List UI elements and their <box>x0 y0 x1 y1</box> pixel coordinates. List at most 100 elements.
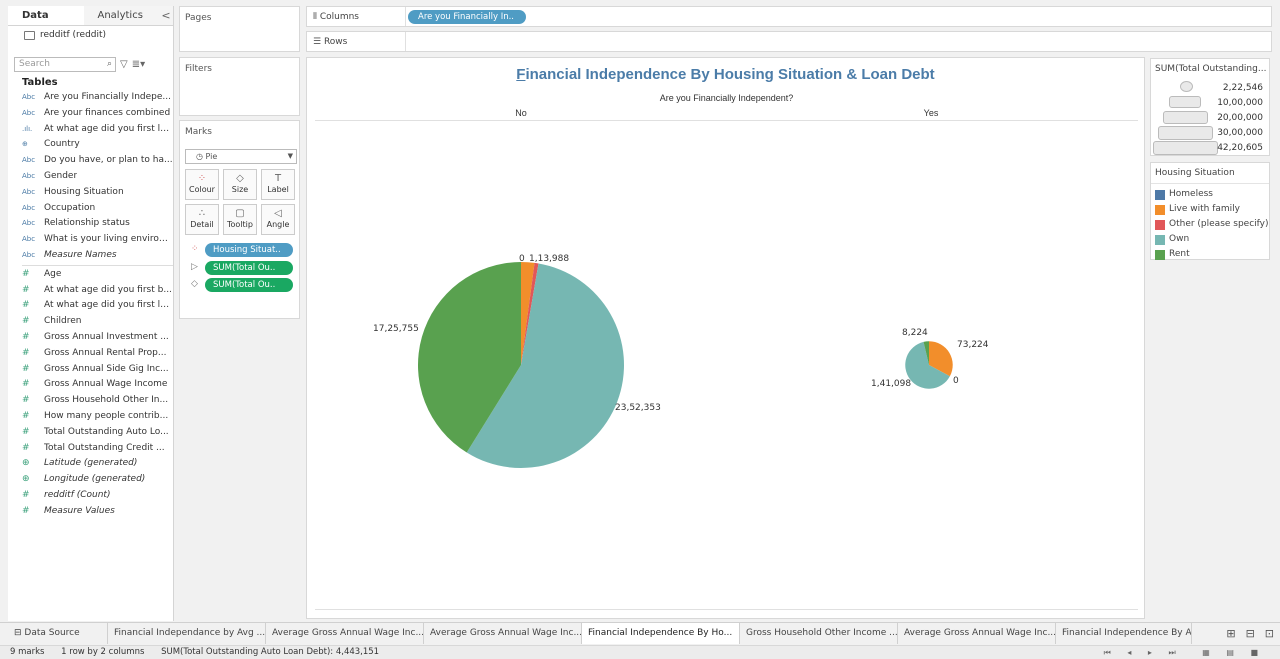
sheet-tab[interactable]: Average Gross Annual Wage Inc... <box>898 623 1056 644</box>
filter-icon[interactable]: ▽ <box>120 59 128 70</box>
field-label: Relationship status <box>44 218 130 229</box>
color-legend-label: Live with family <box>1169 204 1240 214</box>
colour-button[interactable]: ⁘ Colour <box>185 169 219 200</box>
color-legend-item[interactable]: Live with family <box>1151 202 1269 217</box>
search-row: Search ⌕ ▽ ≣▾ <box>8 56 173 72</box>
measure-type-icon: # <box>22 300 30 311</box>
grid-view-icon[interactable]: ▦ <box>1202 648 1210 657</box>
field-item[interactable]: ⊕ Country <box>8 137 173 153</box>
size-legend-shape <box>1169 96 1201 108</box>
search-input[interactable]: Search ⌕ <box>14 56 116 72</box>
sum-angle-pill[interactable]: SUM(Total Ou.. <box>205 261 293 275</box>
housing-situation-pill[interactable]: Housing Situat.. <box>205 243 293 257</box>
field-item[interactable]: # Gross Annual Wage Income <box>8 377 173 393</box>
next-page-icon[interactable]: ▸ <box>1148 648 1152 657</box>
new-dashboard-icon[interactable]: ⊟ <box>1246 627 1255 640</box>
color-legend-item[interactable]: Own <box>1151 232 1269 247</box>
label-button[interactable]: T Label <box>261 169 295 200</box>
worksheet-view[interactable]: Financial Independence By Housing Situat… <box>306 57 1145 619</box>
size-legend[interactable]: SUM(Total Outstanding... 2,22,546 10,00,… <box>1150 58 1270 156</box>
field-item[interactable]: # Measure Values <box>8 504 173 520</box>
color-legend-item[interactable]: Homeless <box>1151 187 1269 202</box>
angle-button[interactable]: ◁ Angle <box>261 204 295 235</box>
field-label: Occupation <box>44 202 96 213</box>
color-legend-item[interactable]: Other (please specify) <box>1151 217 1269 232</box>
datasource-item[interactable]: redditf (reddit) <box>8 26 173 44</box>
columns-pill[interactable]: Are you Financially In.. <box>408 10 526 24</box>
detail-label: Detail <box>190 220 214 229</box>
filmstrip-view-icon[interactable]: ▤ <box>1226 648 1234 657</box>
sheet-tab[interactable]: Average Gross Annual Wage Inc... <box>266 623 424 644</box>
field-item[interactable]: # Total Outstanding Credit ... <box>8 441 173 457</box>
rows-icon: ☰ <box>313 37 322 47</box>
columns-icon: ⦀ <box>313 12 317 22</box>
field-item[interactable]: # Gross Household Other In... <box>8 393 173 409</box>
tooltip-button[interactable]: ▢ Tooltip <box>223 204 257 235</box>
sum-size-pill[interactable]: SUM(Total Ou.. <box>205 278 293 292</box>
field-item[interactable]: ⊕ Longitude (generated) <box>8 472 173 488</box>
field-divider <box>22 264 173 266</box>
field-item[interactable]: Abc Do you have, or plan to ha... <box>8 153 173 169</box>
field-label: Gross Annual Wage Income <box>44 379 168 390</box>
field-item[interactable]: Abc Relationship status <box>8 216 173 232</box>
dimension-type-icon: Abc <box>22 187 36 196</box>
size-button[interactable]: ◇ Size <box>223 169 257 200</box>
columns-shelf[interactable]: ⦀ Columns Are you Financially In.. <box>306 6 1272 27</box>
tab-tools: ⊞ ⊟ ⊡ <box>1226 627 1274 640</box>
pages-card[interactable]: Pages <box>179 6 300 52</box>
field-item[interactable]: # At what age did you first le... <box>8 298 173 314</box>
field-item[interactable]: # redditf (Count) <box>8 488 173 504</box>
color-legend[interactable]: Housing Situation Homeless Live with fami… <box>1150 162 1270 260</box>
field-item[interactable]: Abc Measure Names <box>8 248 173 264</box>
field-item[interactable]: # Gross Annual Rental Prop... <box>8 346 173 362</box>
field-item[interactable]: # Children <box>8 314 173 330</box>
tab-data[interactable]: Data <box>8 6 84 25</box>
field-item[interactable]: # Age <box>8 267 173 283</box>
measure-type-icon: # <box>22 505 30 516</box>
measure-type-icon: # <box>22 395 30 406</box>
tab-analytics[interactable]: Analytics <box>83 6 159 25</box>
first-page-icon[interactable]: ⏮ <box>1104 648 1111 657</box>
colour-icon: ⁘ <box>197 173 207 184</box>
new-worksheet-icon[interactable]: ⊞ <box>1226 627 1235 640</box>
field-label: Do you have, or plan to ha... <box>44 155 173 166</box>
collapse-pane-icon[interactable]: < <box>159 6 173 25</box>
field-item[interactable]: # Total Outstanding Auto Lo... <box>8 425 173 441</box>
dimension-type-icon: Abc <box>22 108 36 117</box>
field-item[interactable]: Abc What is your living environ... <box>8 232 173 248</box>
last-page-icon[interactable]: ⏭ <box>1168 648 1175 657</box>
detail-button[interactable]: ∴ Detail <box>185 204 219 235</box>
sheet-tab[interactable]: Financial Independance by Avg ... <box>108 623 266 644</box>
sheet-tab[interactable]: Average Gross Annual Wage Inc... <box>424 623 582 644</box>
field-item[interactable]: Abc Are you Financially Indepe... <box>8 90 173 106</box>
measure-type-icon: # <box>22 268 30 279</box>
field-item[interactable]: Abc Housing Situation <box>8 185 173 201</box>
field-label: Gross Annual Side Gig Inc... <box>44 363 169 374</box>
new-story-icon[interactable]: ⊡ <box>1265 627 1274 640</box>
field-item[interactable]: Abc Gender <box>8 169 173 185</box>
size-legend-value: 30,00,000 <box>1217 128 1263 138</box>
field-item[interactable]: Abc Are your finances combined <box>8 106 173 122</box>
detail-icon: ∴ <box>198 208 206 219</box>
field-item[interactable]: ⊕ Latitude (generated) <box>8 456 173 472</box>
field-item[interactable]: # Gross Annual Investment ... <box>8 330 173 346</box>
measure-type-icon: # <box>22 426 30 437</box>
field-item[interactable]: # Gross Annual Side Gig Inc... <box>8 362 173 378</box>
data-source-tab[interactable]: ⊟ Data Source <box>8 623 108 644</box>
rows-label-text: Rows <box>323 37 348 47</box>
mark-type-dropdown[interactable]: ◷ Pie ▼ <box>185 149 297 164</box>
rows-shelf[interactable]: ☰ Rows <box>306 31 1272 52</box>
field-item[interactable]: Abc Occupation <box>8 201 173 217</box>
sheet-tab[interactable]: Gross Household Other Income ... <box>740 623 898 644</box>
tabs-view-icon[interactable]: ■ <box>1250 648 1258 657</box>
field-item[interactable]: # How many people contrib... <box>8 409 173 425</box>
filters-title: Filters <box>185 64 212 74</box>
prev-page-icon[interactable]: ◂ <box>1127 648 1131 657</box>
field-item[interactable]: .ılı. At what age did you first le... <box>8 122 173 138</box>
color-legend-item[interactable]: Rent <box>1151 247 1269 262</box>
sheet-tab[interactable]: Financial Independence By Ho... <box>582 623 740 644</box>
sheet-tab[interactable]: Financial Independence By Ave <box>1056 623 1192 644</box>
filters-card[interactable]: Filters <box>179 57 300 116</box>
field-item[interactable]: # At what age did you first b... <box>8 283 173 299</box>
view-options-icon[interactable]: ≣▾ <box>132 59 145 70</box>
